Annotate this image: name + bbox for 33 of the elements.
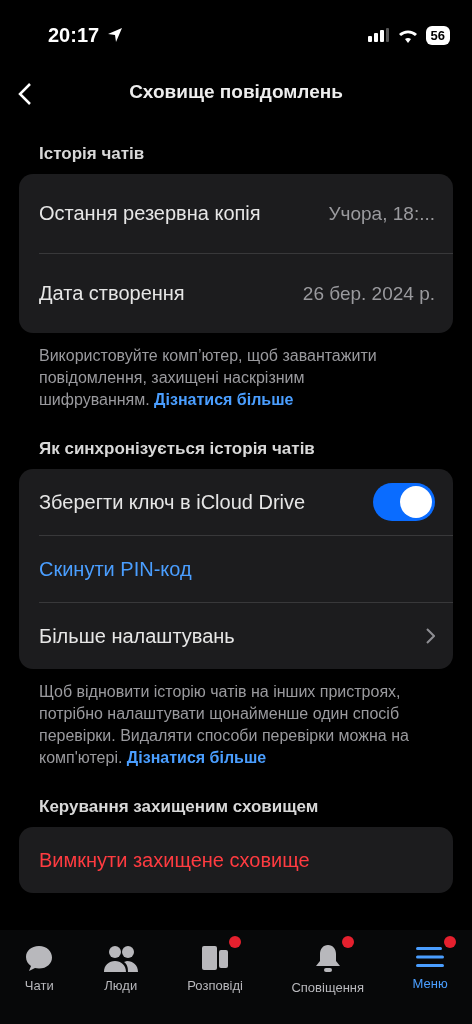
page-title: Сховище повідомлень (129, 81, 343, 103)
footnote: Використовуйте комп’ютер, щоб завантажити повідомлення, захищені наскрізним шифруванням. Дізнатися більше (39, 346, 378, 410)
people-icon (102, 944, 139, 972)
learn-more-link[interactable]: Дізнатися більше (154, 391, 294, 408)
disable-storage-button[interactable]: Вимкнути захищене сховище (39, 848, 310, 872)
toggle-switch[interactable] (373, 483, 435, 521)
row-label: Остання резервна копія (39, 202, 261, 225)
row-label: Дата створення (39, 282, 185, 305)
row-label: Більше налаштувань (39, 624, 235, 648)
status-time: 20:17 (48, 23, 100, 47)
tab[interactable]: Люди (92, 936, 149, 1004)
wifi-icon (397, 27, 418, 43)
section-title: Як синхронізується історія чатів (38, 438, 316, 460)
reset-pin-button[interactable]: Скинути PIN-код (39, 557, 192, 581)
tab[interactable]: Меню (402, 936, 458, 1004)
battery-level: 56 (425, 25, 450, 45)
section-title: Історія чатів (38, 144, 146, 165)
chevron-right-icon (425, 628, 435, 644)
row-value: 26 бер. 2024 р. (302, 282, 435, 305)
learn-more-link[interactable]: Дізнатися більше (126, 749, 267, 766)
row-label: Зберегти ключ в iCloud Drive (39, 490, 306, 514)
tab[interactable]: Сповіщення (281, 936, 375, 1004)
tab[interactable]: Чати (14, 936, 65, 1004)
section-title: Керування захищеним сховищем (38, 796, 320, 818)
footnote: Щоб відновити історію чатів на інших пристроях, потрібно налаштувати щонайменше один спосіб перевірки. Видаляти способи перевірки можна на комп'ютері. Дізнатися більше (39, 682, 410, 768)
chat-bubble-icon (24, 944, 55, 972)
signal-icon (367, 28, 390, 42)
bell-icon (314, 944, 341, 974)
menu-icon (415, 944, 446, 970)
tab[interactable]: Розповіді (177, 936, 253, 1004)
row-value: Учора, 18:... (328, 202, 435, 225)
location-arrow-icon (107, 27, 124, 43)
stories-icon (201, 944, 230, 972)
